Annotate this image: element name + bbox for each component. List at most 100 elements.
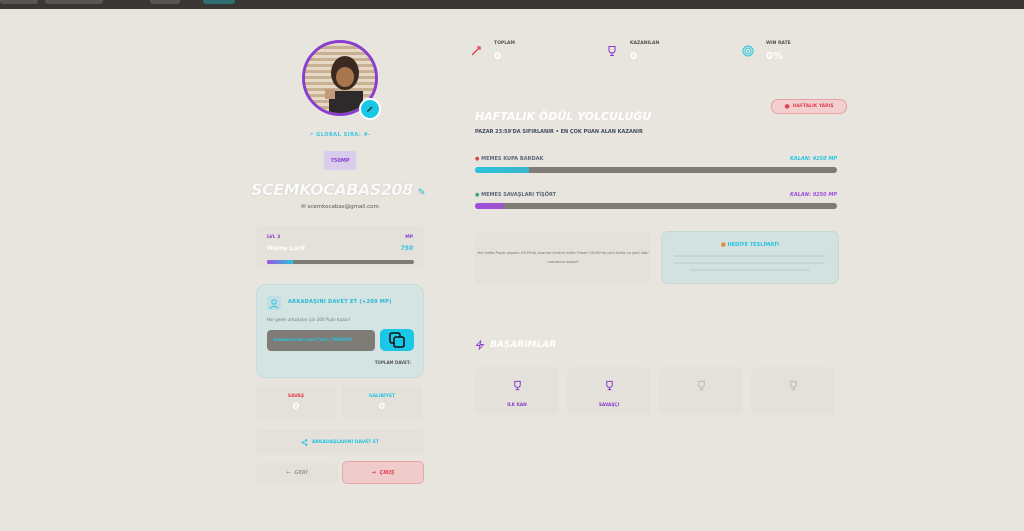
- mp-label: MP: [405, 235, 413, 240]
- tshirt-icon: ●: [475, 192, 480, 198]
- gift-icon: ■: [720, 242, 726, 248]
- trophy-icon: [698, 380, 705, 391]
- user-plus-icon: [267, 296, 281, 310]
- weekly-badge-label: HAFTALIK YARIŞ: [792, 104, 834, 109]
- arrow-left-icon: ←: [286, 470, 291, 476]
- prize-tshirt-remaining: KALAN: 9250 MP: [789, 192, 837, 198]
- edit-username-icon[interactable]: ✎: [418, 188, 426, 198]
- gift-text-line: [674, 255, 826, 257]
- weekly-note: Her hafta Pazar akşamı 23:59'da puanlar …: [475, 232, 651, 284]
- weekly-subtitle: PAZAR 23:59'DA SIFIRLANIR • EN ÇOK PUAN …: [475, 129, 643, 135]
- share-icon: [301, 439, 308, 446]
- kpi-winrate-label: WIN RATE: [766, 41, 791, 46]
- win-stat: GALİBİYET 0: [342, 385, 422, 419]
- gift-delivery-label: HEDİYE TESLİMATI: [727, 242, 780, 248]
- share-label: ARKADAŞLARINI DAVET ET: [311, 440, 380, 445]
- invite-subtitle: Her gelen arkadaşın için 200 Puan kazan!: [267, 317, 351, 322]
- prize-mug-label: MEMES KUPA BARDAK: [481, 156, 544, 162]
- win-label: GALİBİYET: [368, 394, 396, 399]
- weekly-title: HAFTALIK ÖDÜL YOLCULUĞU: [475, 110, 652, 123]
- battle-value: 0: [292, 402, 300, 412]
- win-value: 0: [378, 402, 386, 412]
- logout-label: ÇIKIŞ: [379, 469, 395, 476]
- achievement-label: İLK KAN: [507, 403, 527, 408]
- prize-mug-fill: [475, 167, 530, 173]
- logout-button[interactable]: ⇥ ÇIKIŞ: [342, 461, 424, 484]
- trophy-icon: [514, 380, 521, 391]
- pencil-icon: [367, 106, 373, 112]
- back-label: GERİ: [294, 470, 308, 476]
- kpi-total-label: TOPLAM: [494, 41, 516, 46]
- invite-card: ARKADAŞINI DAVET ET (+200 MP) Her gelen …: [256, 284, 424, 378]
- kpi-won-label: KAZANILAN: [630, 41, 660, 46]
- trophy-icon: [790, 380, 797, 391]
- level-mp-value: 750: [400, 245, 413, 252]
- kpi-won-value: 0: [630, 51, 637, 62]
- achievements-label: BAŞARIMLAR: [490, 340, 557, 350]
- prize-mug-name: ● MEMES KUPA BARDAK: [475, 156, 543, 162]
- prize-mug: ● MEMES KUPA BARDAK KALAN: 4250 MP: [475, 156, 837, 176]
- gift-text-line: [674, 262, 824, 264]
- email-text: scemkocabas@gmail.com: [307, 204, 379, 210]
- rank-value: #-: [363, 132, 371, 138]
- stats-row: SAVAŞ 0 GALİBİYET 0: [256, 385, 424, 419]
- prize-mug-progress: [475, 167, 837, 173]
- prize-tshirt-progress: [475, 203, 837, 209]
- global-rank: ↗ GLOBAL SIRA: #-: [256, 132, 424, 138]
- invite-link-field[interactable]: memesocial.com/?ref=7W8V6U: [267, 330, 375, 351]
- toolbar-tab[interactable]: [45, 0, 103, 4]
- trophy-icon: [608, 45, 616, 57]
- edit-avatar-button[interactable]: [359, 98, 381, 120]
- weekly-race-badge: ● HAFTALIK YARIŞ: [771, 99, 847, 114]
- battle-label: SAVAŞ: [287, 394, 305, 399]
- gift-delivery-title: ■ HEDİYE TESLİMATI: [662, 242, 838, 248]
- browser-toolbar: [0, 0, 1024, 9]
- invite-total: TOPLAM DAVET:: [374, 360, 411, 365]
- kpi-total-value: 0: [494, 51, 501, 62]
- kpi-won: KAZANILAN 0: [606, 40, 726, 66]
- achievement-label: SAVAŞÇI: [598, 403, 620, 408]
- sword-icon: [471, 46, 481, 56]
- back-button[interactable]: ← GERİ: [256, 463, 338, 483]
- logout-icon: ⇥: [371, 469, 376, 476]
- mp-badge: 750MP: [324, 151, 356, 170]
- prize-mug-remaining: KALAN: 4250 MP: [789, 156, 837, 162]
- email-row: ✉ scemkocabas@gmail.com: [256, 204, 424, 210]
- achievement-card: [751, 367, 835, 415]
- rank-icon: ↗: [309, 132, 314, 138]
- level-card: LVL 3 MP Meme Lord 750: [256, 226, 424, 268]
- username: SCEMKOCABAS208 ✎: [250, 180, 426, 199]
- kpi-winrate: WIN RATE 0%: [742, 40, 862, 66]
- toolbar-tab[interactable]: [0, 0, 38, 4]
- level-progress-bar: [267, 260, 414, 264]
- achievement-card: SAVAŞÇI: [567, 367, 651, 415]
- kpi-winrate-value: 0%: [766, 51, 783, 62]
- mug-icon: ●: [475, 156, 480, 162]
- lightning-icon: [475, 340, 485, 350]
- gift-delivery-card: ■ HEDİYE TESLİMATI: [661, 231, 839, 284]
- achievement-card: [659, 367, 743, 415]
- gift-text-line: [690, 269, 810, 271]
- username-text: SCEMKOCABAS208: [251, 180, 413, 199]
- toolbar-tab[interactable]: [150, 0, 180, 4]
- dot-icon: ●: [784, 103, 790, 110]
- mail-icon: ✉: [301, 204, 306, 210]
- kpi-total: TOPLAM 0: [470, 40, 590, 66]
- prize-tshirt-name: ● MEMES SAVAŞLARI TİŞÖRT: [475, 192, 556, 198]
- prize-tshirt: ● MEMES SAVAŞLARI TİŞÖRT KALAN: 9250 MP: [475, 192, 837, 212]
- invite-title: ARKADAŞINI DAVET ET (+200 MP): [288, 299, 392, 305]
- invite-link-text: memesocial.com/?ref=7W8V6U: [273, 338, 352, 343]
- share-invite-button[interactable]: ARKADAŞLARINI DAVET ET: [256, 430, 424, 455]
- level-title: Meme Lord: [267, 245, 305, 252]
- copy-link-button[interactable]: [380, 329, 414, 351]
- rank-label: GLOBAL SIRA:: [316, 132, 362, 138]
- achievement-card: İLK KAN: [475, 367, 559, 415]
- weekly-note-text: Her hafta Pazar akşamı 23:59'da puanlar …: [477, 251, 649, 264]
- battle-stat: SAVAŞ 0: [256, 385, 336, 419]
- prize-tshirt-label: MEMES SAVAŞLARI TİŞÖRT: [481, 192, 557, 198]
- toolbar-tab[interactable]: [203, 0, 235, 4]
- level-label: LVL 3: [267, 235, 281, 240]
- copy-icon: [389, 332, 405, 348]
- target-icon: [742, 45, 754, 57]
- level-progress-fill: [267, 260, 294, 264]
